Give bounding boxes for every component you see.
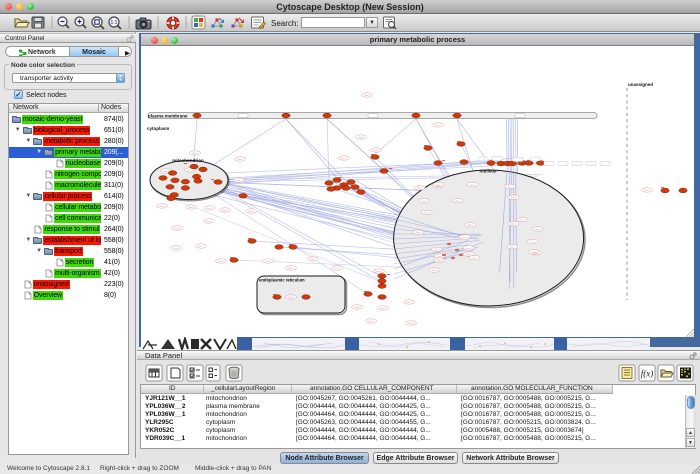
- svg-text:Gen l: Gen l: [535, 229, 541, 231]
- svg-text:Gen l: Gen l: [472, 258, 478, 260]
- svg-text:Gen l: Gen l: [364, 95, 370, 97]
- svg-text:Gen l: Gen l: [466, 254, 472, 256]
- svg-text:Gen l: Gen l: [462, 237, 468, 239]
- svg-text:Gen l: Gen l: [507, 186, 513, 188]
- svg-text:Gen l: Gen l: [207, 208, 213, 210]
- svg-text:Gen l: Gen l: [511, 197, 517, 199]
- svg-text:Gen l: Gen l: [468, 225, 474, 227]
- svg-text:Gen l: Gen l: [435, 125, 441, 127]
- svg-text:Gen l: Gen l: [341, 158, 347, 160]
- svg-text:Gen l: Gen l: [519, 220, 525, 222]
- svg-text:unassigned: unassigned: [628, 82, 653, 87]
- svg-text:Gen l: Gen l: [408, 323, 414, 325]
- svg-text:Gen l: Gen l: [424, 212, 430, 214]
- svg-text:Gen l: Gen l: [434, 249, 440, 251]
- svg-text:Gen l: Gen l: [354, 307, 360, 309]
- svg-text:Gen l: Gen l: [416, 232, 422, 234]
- svg-text:Gen l: Gen l: [376, 271, 382, 273]
- svg-text:cytoplasm: cytoplasm: [147, 126, 169, 131]
- svg-text:Gen l: Gen l: [206, 221, 212, 223]
- svg-text:Gen l: Gen l: [455, 201, 461, 203]
- svg-text:Gen l: Gen l: [432, 270, 438, 272]
- svg-text:Gen l: Gen l: [222, 210, 228, 212]
- svg-text:Gen l: Gen l: [417, 188, 423, 190]
- svg-text:Gen l: Gen l: [198, 246, 204, 248]
- svg-text:Gen l: Gen l: [159, 206, 165, 208]
- svg-text:mitochondrion: mitochondrion: [172, 158, 204, 163]
- svg-text:endoplasmic reticulum: endoplasmic reticulum: [259, 278, 305, 283]
- svg-text:Gen l: Gen l: [368, 321, 374, 323]
- svg-text:Gen l: Gen l: [173, 248, 179, 250]
- svg-text:Gen l: Gen l: [644, 190, 650, 192]
- svg-text:Gen l: Gen l: [406, 302, 412, 304]
- svg-text:Gen l: Gen l: [237, 159, 243, 161]
- svg-text:Gen l: Gen l: [436, 184, 442, 186]
- svg-text:Gen l: Gen l: [192, 153, 198, 155]
- svg-text:Gen l: Gen l: [236, 180, 242, 182]
- svg-text:Gen l: Gen l: [187, 170, 193, 172]
- svg-text:plasma membrane: plasma membrane: [148, 113, 188, 118]
- svg-text:nucleus: nucleus: [479, 169, 497, 174]
- svg-text:Gen l: Gen l: [531, 252, 537, 254]
- svg-text:Gen l: Gen l: [174, 228, 180, 230]
- svg-text:f(x): f(x): [641, 369, 654, 379]
- svg-text:Gen l: Gen l: [437, 256, 443, 258]
- svg-text:Gen l: Gen l: [530, 242, 536, 244]
- svg-text:1:1: 1:1: [111, 20, 118, 26]
- svg-text:Gen l: Gen l: [358, 137, 364, 139]
- svg-text:Gen l: Gen l: [248, 211, 254, 213]
- svg-text:Gen l: Gen l: [511, 224, 517, 226]
- svg-text:Gen l: Gen l: [310, 259, 316, 261]
- svg-text:Gen l: Gen l: [373, 150, 379, 152]
- svg-text:Gen l: Gen l: [218, 261, 224, 263]
- svg-text:Gen l: Gen l: [466, 248, 472, 250]
- svg-text:Gen l: Gen l: [470, 184, 476, 186]
- svg-text:Gen l: Gen l: [509, 247, 515, 249]
- svg-text:Gen l: Gen l: [334, 268, 340, 270]
- svg-text:Gen l: Gen l: [288, 297, 294, 299]
- svg-text:Gen l: Gen l: [265, 261, 271, 263]
- svg-text:Gen l: Gen l: [288, 268, 294, 270]
- svg-text:Gen l: Gen l: [421, 201, 427, 203]
- svg-text:Gen l: Gen l: [436, 260, 442, 262]
- svg-text:Gen l: Gen l: [380, 308, 386, 310]
- svg-text:Gen l: Gen l: [188, 207, 194, 209]
